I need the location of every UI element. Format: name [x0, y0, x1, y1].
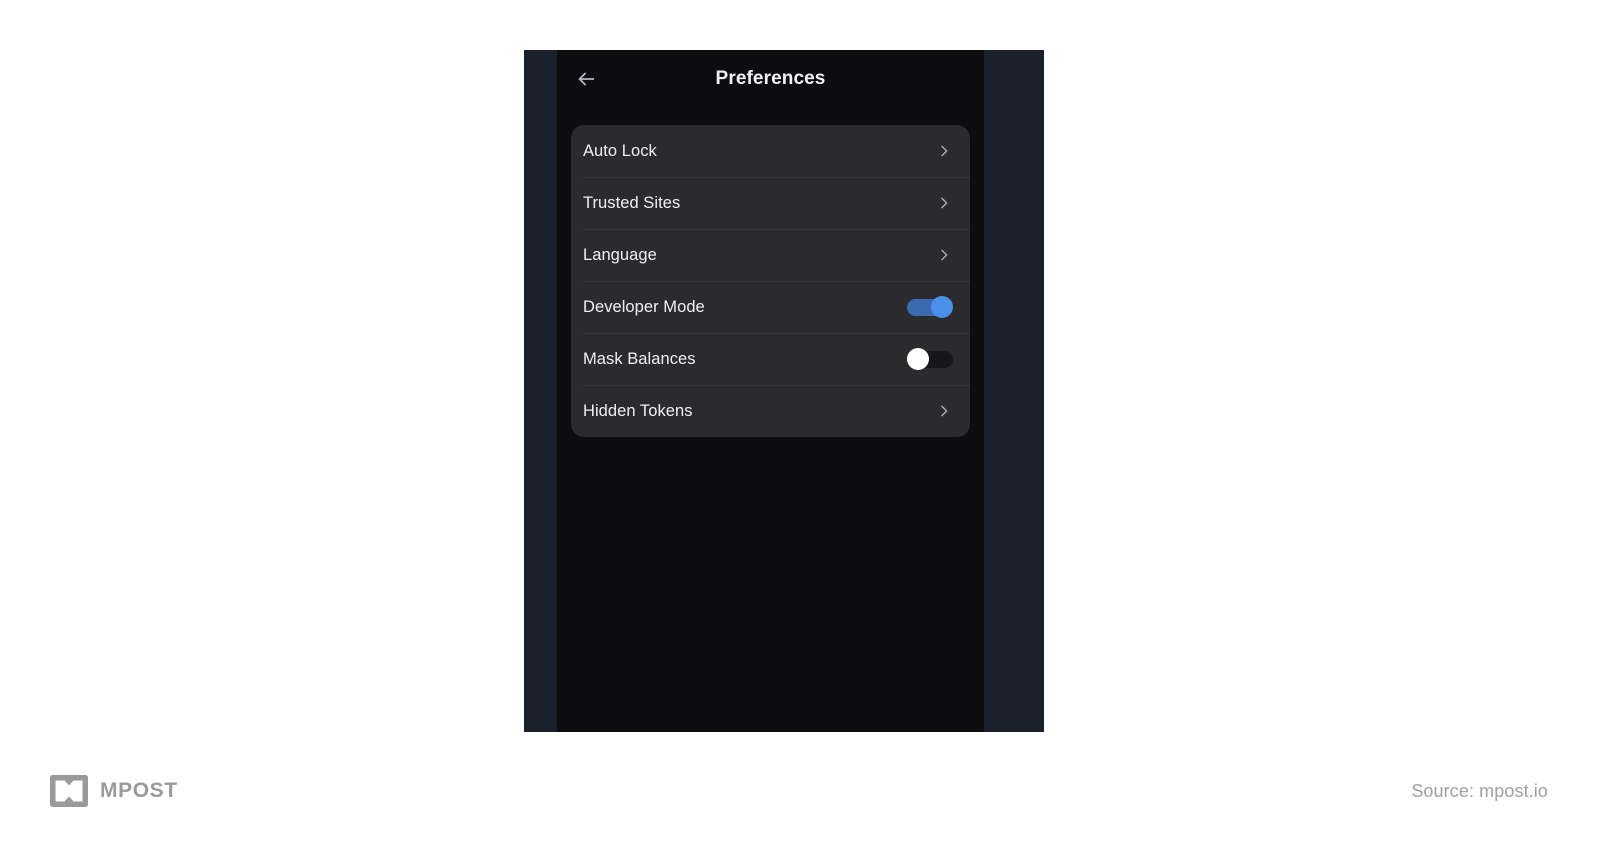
watermark-logo-text: MPOST: [100, 779, 178, 802]
toggle-knob: [907, 348, 929, 370]
settings-card: Auto Lock Trusted Sites Language Develop…: [571, 125, 970, 437]
settings-row-language[interactable]: Language: [571, 229, 970, 281]
phone-frame: Preferences Auto Lock Trusted Sites Lang…: [524, 50, 1044, 732]
settings-row-label: Auto Lock: [583, 141, 657, 160]
mpost-logo-icon: [50, 775, 88, 807]
page-title: Preferences: [715, 68, 826, 89]
settings-row-auto-lock[interactable]: Auto Lock: [571, 125, 970, 177]
source-attribution: Source: mpost.io: [1411, 781, 1548, 801]
chevron-right-icon: [935, 246, 953, 264]
settings-row-label: Hidden Tokens: [583, 401, 693, 420]
chevron-right-icon: [935, 402, 953, 420]
app-header: Preferences: [557, 50, 984, 108]
mask-balances-toggle[interactable]: [907, 348, 953, 370]
app-screen: Preferences Auto Lock Trusted Sites Lang…: [557, 50, 984, 732]
watermark-logo: MPOST: [50, 775, 178, 807]
settings-row-label: Developer Mode: [583, 297, 705, 316]
settings-row-label: Language: [583, 245, 657, 264]
chevron-right-icon: [935, 194, 953, 212]
arrow-left-icon: [575, 68, 597, 90]
settings-row-label: Trusted Sites: [583, 193, 681, 212]
settings-row-mask-balances[interactable]: Mask Balances: [571, 333, 970, 385]
settings-row-label: Mask Balances: [583, 349, 696, 368]
settings-row-developer-mode[interactable]: Developer Mode: [571, 281, 970, 333]
settings-row-hidden-tokens[interactable]: Hidden Tokens: [571, 385, 970, 437]
chevron-right-icon: [935, 142, 953, 160]
settings-row-trusted-sites[interactable]: Trusted Sites: [571, 177, 970, 229]
back-button[interactable]: [571, 64, 601, 94]
developer-mode-toggle[interactable]: [907, 296, 953, 318]
toggle-knob: [931, 296, 953, 318]
